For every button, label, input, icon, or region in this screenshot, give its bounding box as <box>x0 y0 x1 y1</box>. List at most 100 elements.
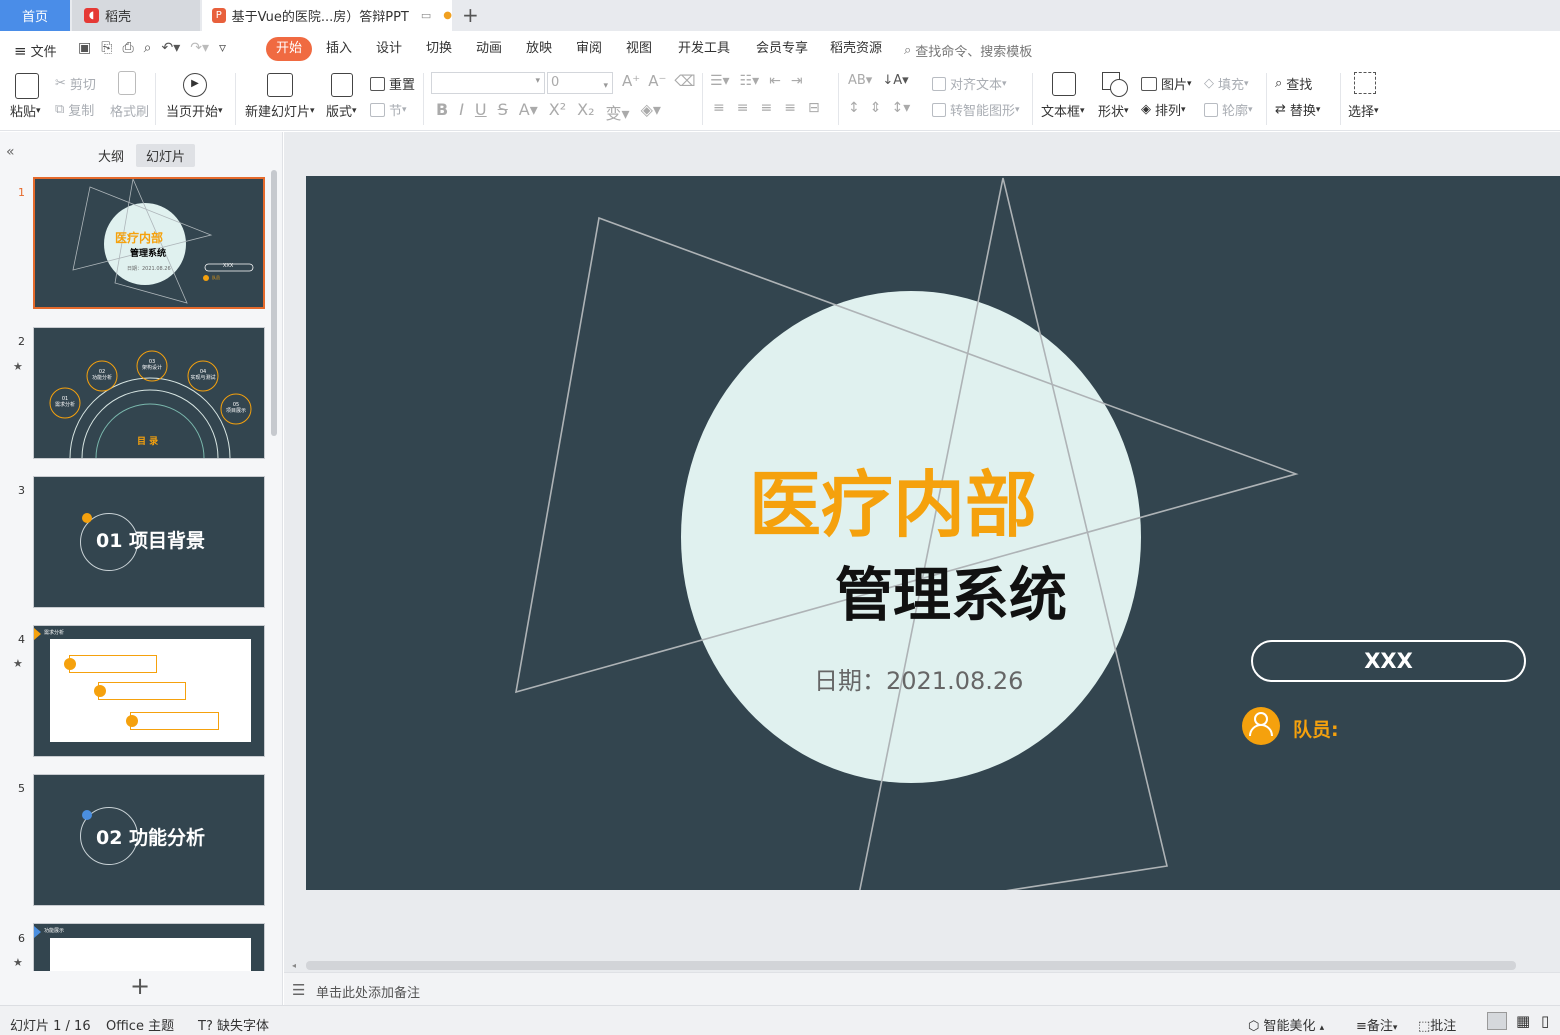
decrease-font-icon[interactable]: A⁻ <box>648 72 666 90</box>
outline-tab[interactable]: 大纲 <box>92 144 130 167</box>
textbox-button[interactable]: 文本框 ▾ <box>1041 101 1085 120</box>
indent-increase-icon[interactable]: ⇥ <box>791 73 803 89</box>
cut-button[interactable]: ✂ 剪切 <box>55 74 96 93</box>
replace-button[interactable]: ⇄ 替换 ▾ <box>1275 100 1320 119</box>
format-painter-button[interactable]: 格式刷 <box>110 101 149 120</box>
spacing-menu-icon[interactable]: ↕▾ <box>891 100 910 116</box>
reading-view-icon[interactable]: ▯ <box>1541 1012 1549 1030</box>
print-preview-icon[interactable]: ⌕ <box>144 40 152 56</box>
align-right-icon[interactable]: ≡ <box>760 100 772 116</box>
slide-thumbnail-4[interactable]: 需求分析 <box>33 625 265 757</box>
collapse-panel-icon[interactable]: « <box>6 144 15 160</box>
redo-icon[interactable]: ↷▾ <box>190 40 209 56</box>
tab-document[interactable]: P 基于Vue的医院...房）答辩PPT ▭ ● <box>202 0 452 31</box>
slide-title[interactable]: 医疗内部 <box>749 446 1037 551</box>
tab-member[interactable]: 会员专享 <box>746 37 818 61</box>
tab-view[interactable]: 视图 <box>616 37 662 61</box>
file-menu[interactable]: ≡ 文件 <box>14 41 57 61</box>
tab-slideshow[interactable]: 放映 <box>516 37 562 61</box>
tab-daoke[interactable]: ◖ 稻壳 <box>72 0 200 31</box>
command-search[interactable]: ⌕ 查找命令、搜索模板 <box>904 41 1032 60</box>
increase-font-icon[interactable]: A⁺ <box>622 72 640 90</box>
tab-animation[interactable]: 动画 <box>466 37 512 61</box>
new-slide-button[interactable]: 新建幻灯片 ▾ <box>245 101 315 120</box>
picture-button[interactable]: 图片 ▾ <box>1141 74 1192 93</box>
indent-decrease-icon[interactable]: ⇤ <box>769 73 781 89</box>
theme-name[interactable]: Office 主题 <box>106 1015 174 1034</box>
panel-scrollbar[interactable] <box>271 170 277 436</box>
slides-tab[interactable]: 幻灯片 <box>136 144 196 167</box>
shape-button[interactable]: 形状 ▾ <box>1098 101 1129 120</box>
bullets-icon[interactable]: ☰▾ <box>710 73 730 89</box>
slide-thumbnail-3[interactable]: 01 项目背景 <box>33 476 265 608</box>
slide-canvas[interactable]: 医疗内部 管理系统 日期：2021.08.26 XXX 队员: <box>306 176 1560 890</box>
beautify-button[interactable]: ⬡ 智能美化 ▴ <box>1248 1015 1324 1034</box>
arrange-button[interactable]: ◈ 排列 ▾ <box>1141 100 1186 119</box>
italic-icon[interactable]: I <box>459 100 464 124</box>
numbering-icon[interactable]: ☷▾ <box>740 73 760 89</box>
char-spacing-icon[interactable]: AB▾ <box>848 73 872 88</box>
highlight-icon[interactable]: ◈▾ <box>641 100 661 124</box>
tab-review[interactable]: 审阅 <box>566 37 612 61</box>
justify-icon[interactable]: ≡ <box>784 100 796 116</box>
print-icon[interactable]: ⎙ <box>122 40 133 56</box>
font-size-select[interactable]: 0 ▾ <box>547 72 613 94</box>
slide-thumbnail-6[interactable]: 功能展示 <box>33 923 265 971</box>
text-direction-icon[interactable]: ↓A▾ <box>882 73 908 88</box>
screen-icon[interactable]: ▭ <box>421 9 431 22</box>
strikethrough-icon[interactable]: S <box>498 100 508 124</box>
paste-button[interactable]: 粘贴 ▾ <box>10 101 41 120</box>
undo-icon[interactable]: ↶▾ <box>161 40 180 56</box>
line-spacing-icon[interactable]: ↕ <box>848 100 860 116</box>
distribute-icon[interactable]: ⊟ <box>808 100 820 116</box>
normal-view-icon[interactable] <box>1487 1012 1507 1030</box>
customize-icon[interactable]: ▿ <box>219 40 226 56</box>
slide-thumbnail-2[interactable]: 01 需求分析 02 功能分析 03 架构设计 04 实现与测试 05 项目展示… <box>33 327 265 459</box>
play-from-current-button[interactable]: 当页开始 ▾ <box>166 101 223 120</box>
underline-icon[interactable]: U <box>475 100 487 124</box>
export-icon[interactable]: ⎘ <box>101 40 112 56</box>
new-tab-plus-icon[interactable]: + <box>462 3 479 27</box>
missing-font-button[interactable]: T? 缺失字体 <box>198 1015 269 1034</box>
notes-pane[interactable]: ☰ 单击此处添加备注 <box>284 972 1560 1005</box>
align-text-button[interactable]: 对齐文本 ▾ <box>932 74 1007 93</box>
comment-button[interactable]: ⬚批注 <box>1418 1015 1456 1034</box>
scroll-left-icon[interactable]: ◂ <box>292 961 296 970</box>
select-button[interactable]: 选择 ▾ <box>1348 101 1379 120</box>
tab-home[interactable]: 首页 <box>0 0 70 31</box>
sorter-view-icon[interactable]: ▦ <box>1516 1012 1530 1030</box>
tab-insert[interactable]: 插入 <box>316 37 362 61</box>
slide-member-label[interactable]: 队员: <box>1293 715 1339 742</box>
tab-design[interactable]: 设计 <box>366 37 412 61</box>
subscript-icon[interactable]: X₂ <box>577 100 594 124</box>
phonetic-icon[interactable]: 变▾ <box>606 100 630 124</box>
slide-name-box[interactable]: XXX <box>1252 649 1525 673</box>
tab-start[interactable]: 开始 <box>266 37 313 61</box>
slide-subtitle[interactable]: 管理系统 <box>835 548 1067 632</box>
fill-button[interactable]: ◇ 填充 ▾ <box>1204 74 1249 93</box>
font-family-select[interactable]: ▾ <box>431 72 545 94</box>
align-left-icon[interactable]: ≡ <box>713 100 725 116</box>
outline-button[interactable]: 轮廓 ▾ <box>1204 100 1253 119</box>
superscript-icon[interactable]: X² <box>549 100 566 124</box>
font-color-icon[interactable]: A▾ <box>519 100 538 124</box>
slide-thumbnail-5[interactable]: 02 功能分析 <box>33 774 265 906</box>
bold-icon[interactable]: B <box>436 100 448 124</box>
convert-smartart-button[interactable]: 转智能图形 ▾ <box>932 100 1020 119</box>
copy-button[interactable]: ⧉ 复制 <box>55 100 94 119</box>
notes-toggle-button[interactable]: ≡备注▾ <box>1356 1015 1397 1034</box>
horizontal-scrollbar[interactable] <box>306 961 1516 970</box>
tab-developer[interactable]: 开发工具 <box>668 37 740 61</box>
slide-thumbnail-1[interactable]: 医疗内部 管理系统 日期：2021.08.26 XXX 队员 <box>33 177 265 309</box>
find-button[interactable]: ⌕ 查找 <box>1275 74 1312 93</box>
reset-button[interactable]: 重置 <box>370 74 415 93</box>
paste-icon[interactable] <box>15 73 39 99</box>
para-spacing-icon[interactable]: ⇕ <box>870 100 882 116</box>
tab-transition[interactable]: 切换 <box>416 37 462 61</box>
section-button[interactable]: 节 ▾ <box>370 100 407 119</box>
save-icon[interactable]: ▣ <box>78 40 91 56</box>
align-center-icon[interactable]: ≡ <box>737 100 749 116</box>
add-slide-plus-icon[interactable]: + <box>130 972 150 1000</box>
clear-format-icon[interactable]: ⌫ <box>674 72 695 90</box>
slide-date[interactable]: 日期：2021.08.26 <box>814 661 1023 696</box>
